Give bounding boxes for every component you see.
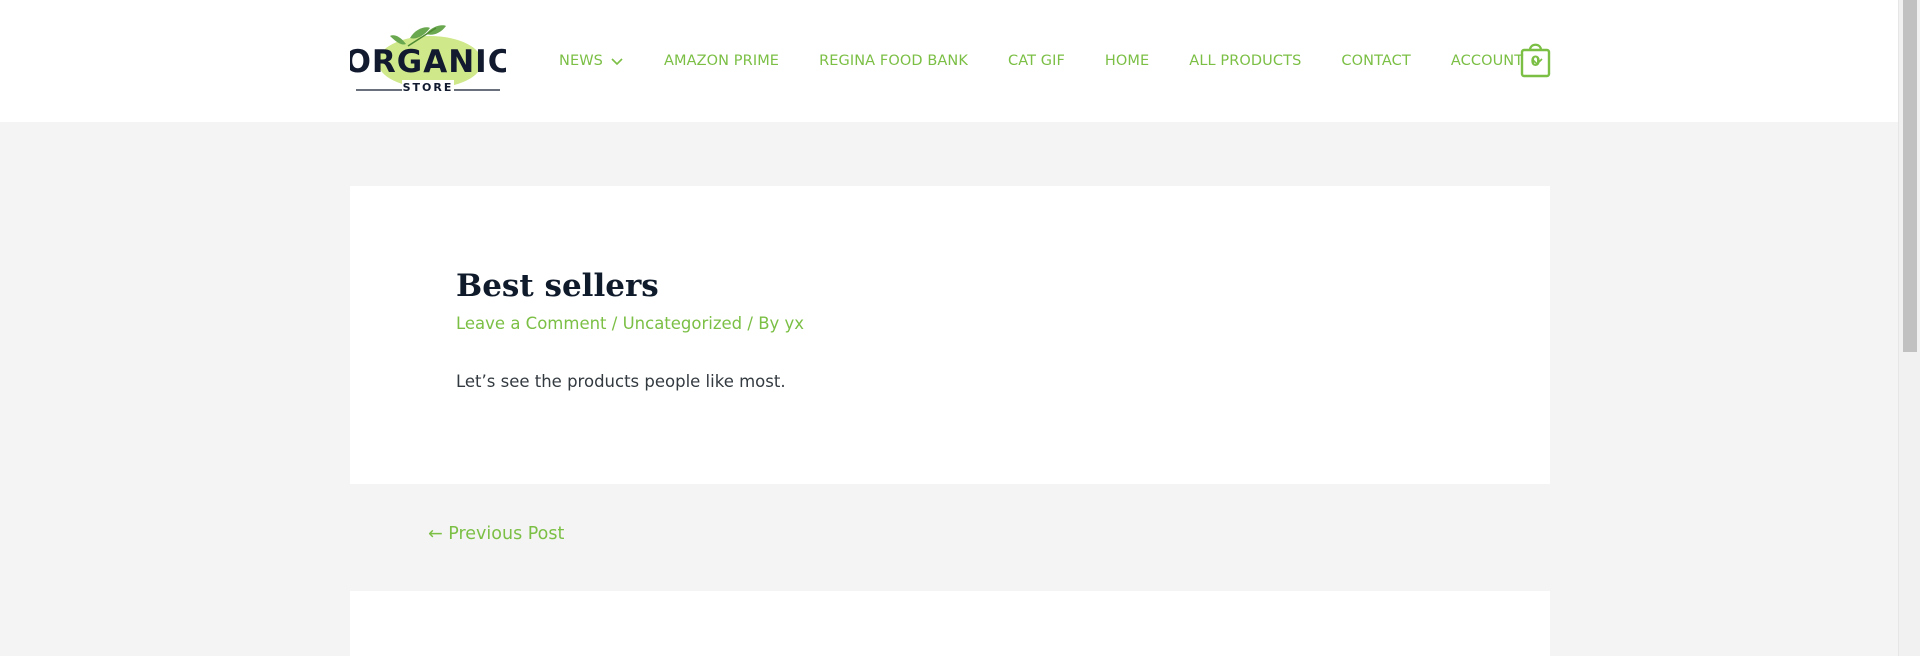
nav-item-label: CAT GIF <box>1007 53 1065 69</box>
previous-post-link[interactable]: ← Previous Post <box>428 524 564 544</box>
post-title: Best sellers <box>456 268 659 304</box>
nav-item-all-products[interactable]: ALL PRODUCTS <box>1189 53 1301 69</box>
scrollbar-thumb[interactable] <box>1903 0 1917 352</box>
chevron-down-icon <box>611 58 623 66</box>
author-link[interactable]: yx <box>785 314 805 333</box>
cart-count: 0 <box>1530 54 1541 70</box>
category-link[interactable]: Uncategorized <box>623 314 743 333</box>
main-nav: NEWS AMAZON PRIME REGINA FOOD BANK CAT G… <box>559 0 1584 122</box>
nav-item-label: HOME <box>1104 53 1150 69</box>
nav-item-label: ACCOUNT <box>1450 53 1524 69</box>
nav-item-amazon-prime[interactable]: AMAZON PRIME <box>664 53 779 69</box>
meta-separator: / <box>606 314 623 333</box>
cart-button[interactable]: 0 <box>1520 40 1551 78</box>
post-meta: Leave a Comment / Uncategorized / By yx <box>456 314 804 333</box>
post-body: Let’s see the products people like most. <box>456 372 786 391</box>
meta-by-label: / By <box>742 314 785 333</box>
leave-comment-link[interactable]: Leave a Comment <box>456 314 607 333</box>
logo-graphic: ORGANIC STORE <box>345 25 510 94</box>
nav-item-label: AMAZON PRIME <box>663 53 780 69</box>
nav-item-home[interactable]: HOME <box>1105 53 1149 69</box>
nav-item-label: ALL PRODUCTS <box>1189 53 1302 69</box>
page-scrollbar[interactable] <box>1898 0 1920 656</box>
nav-item-label: NEWS <box>559 53 603 69</box>
nav-item-regina-food-bank[interactable]: REGINA FOOD BANK <box>819 53 968 69</box>
nav-item-label: REGINA FOOD BANK <box>819 53 968 69</box>
nav-item-news[interactable]: NEWS <box>559 53 624 69</box>
nav-item-cat-gif[interactable]: CAT GIF <box>1008 53 1065 69</box>
post-card: Best sellers Leave a Comment / Uncategor… <box>350 186 1550 484</box>
site-logo[interactable]: ORGANIC STORE <box>345 22 510 96</box>
comments-card <box>350 591 1550 656</box>
svg-text:STORE: STORE <box>403 81 454 94</box>
site-header: ORGANIC STORE NEWS AMAZON PRIME REGINA F… <box>0 0 1898 122</box>
svg-text:ORGANIC: ORGANIC <box>350 44 506 80</box>
nav-item-contact[interactable]: CONTACT <box>1341 53 1410 69</box>
nav-item-label: CONTACT <box>1341 53 1411 69</box>
